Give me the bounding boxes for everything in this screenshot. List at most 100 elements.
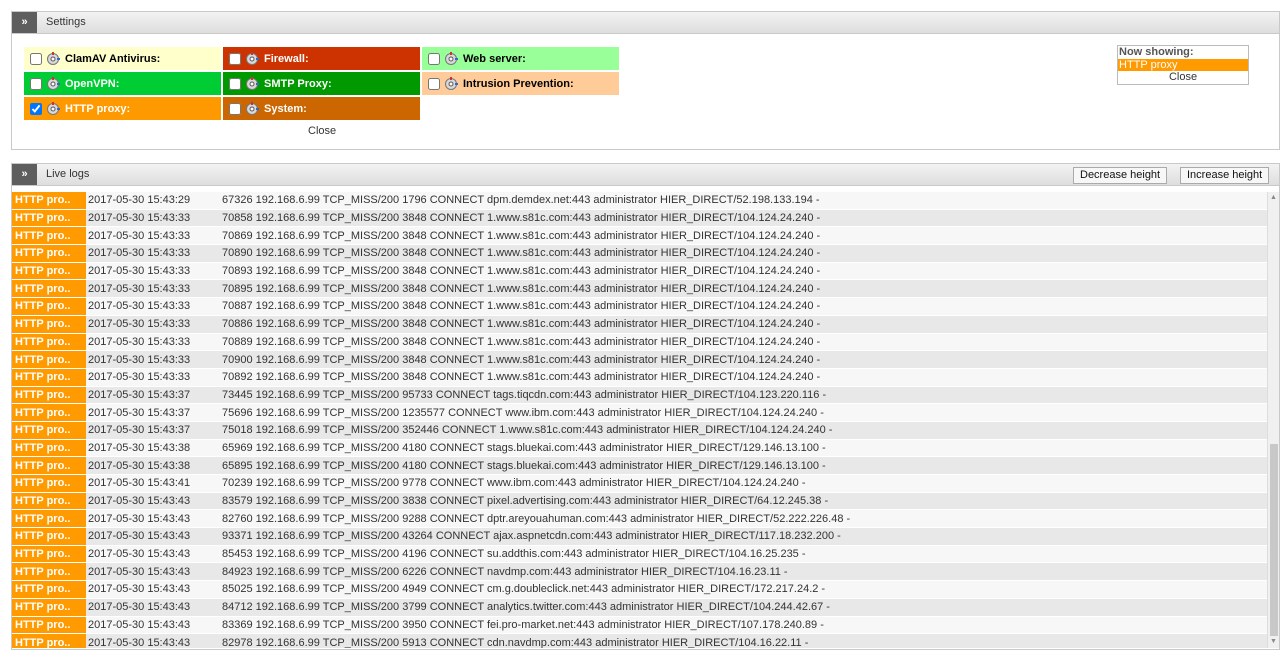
category-intrusion-prevention[interactable]: Intrusion Prevention: [422,72,619,95]
log-message: 70895 192.168.6.99 TCP_MISS/200 3848 CON… [222,282,821,295]
now-showing-label: Now showing: [1119,46,1194,58]
log-source-badge: HTTP pro.. [12,209,86,227]
settings-gear-icon [245,51,259,66]
log-message: 70900 192.168.6.99 TCP_MISS/200 3848 CON… [222,353,821,366]
log-timestamp: 2017-05-30 15:43:33 [88,265,191,278]
scroll-down-icon[interactable]: ▼ [1268,636,1279,648]
category-label: Web server: [463,52,526,65]
log-source-badge: HTTP pro.. [12,192,86,209]
log-row: HTTP pro.. 2017-05-30 15:43:37 75696 192.1… [12,404,1267,422]
log-message: 65895 192.168.6.99 TCP_MISS/200 4180 CON… [222,459,826,472]
log-message: 70886 192.168.6.99 TCP_MISS/200 3848 CON… [222,318,821,331]
settings-gear-icon [444,51,458,66]
settings-close-link[interactable]: Close [308,125,336,137]
log-message: 83369 192.168.6.99 TCP_MISS/200 3950 CON… [222,618,824,631]
log-row: HTTP pro.. 2017-05-30 15:43:33 70900 192.1… [12,351,1267,369]
log-row: HTTP pro.. 2017-05-30 15:43:29 67326 192.1… [12,192,1267,210]
livelogs-toggle-button[interactable]: » [12,164,37,185]
settings-panel: » Settings ClamAV Antivirus: Firewall: Web… [11,11,1280,150]
log-timestamp: 2017-05-30 15:43:37 [88,406,191,419]
category-label: SMTP Proxy: [264,77,332,90]
scrollbar-thumb[interactable] [1270,444,1278,636]
settings-title: Settings [46,16,86,28]
now-showing-close-link[interactable]: Close [1118,71,1248,84]
category-label: HTTP proxy: [65,102,131,115]
category-openvpn[interactable]: OpenVPN: [24,72,221,95]
log-source-badge: HTTP pro.. [12,492,86,510]
category-checkbox[interactable] [229,52,241,65]
log-timestamp: 2017-05-30 15:43:33 [88,300,191,313]
category-firewall[interactable]: Firewall: [223,47,420,70]
log-source-badge: HTTP pro.. [12,262,86,280]
category-checkbox[interactable] [30,102,42,115]
log-timestamp: 2017-05-30 15:43:33 [88,247,191,260]
livelogs-panel: » Live logs Decrease height Increase hei… [11,163,1280,650]
category-checkbox[interactable] [229,102,241,115]
log-source-badge: HTTP pro.. [12,404,86,421]
log-row: HTTP pro.. 2017-05-30 15:43:33 70895 192.1… [12,280,1267,299]
scroll-up-icon[interactable]: ▲ [1268,192,1279,204]
settings-header: » Settings [12,12,1279,34]
decrease-height-button[interactable]: Decrease height [1073,167,1168,184]
log-message: 73445 192.168.6.99 TCP_MISS/200 95733 CO… [222,388,827,401]
log-row: HTTP pro.. 2017-05-30 15:43:43 83369 192.1… [12,616,1267,635]
log-timestamp: 2017-05-30 15:43:41 [88,477,191,490]
category-checkbox[interactable] [428,52,440,65]
log-timestamp: 2017-05-30 15:43:43 [88,636,191,648]
category-system[interactable]: System: [223,97,420,120]
category-label: ClamAV Antivirus: [65,52,161,65]
log-row: HTTP pro.. 2017-05-30 15:43:43 85025 192.1… [12,581,1267,599]
log-source-badge: HTTP pro.. [12,634,86,648]
log-message: 83579 192.168.6.99 TCP_MISS/200 3838 CON… [222,495,829,508]
category-web-server[interactable]: Web server: [422,47,619,70]
log-source-badge: HTTP pro.. [12,563,86,581]
category-label: System: [264,102,307,115]
category-checkbox[interactable] [30,77,42,90]
log-row: HTTP pro.. 2017-05-30 15:43:43 83579 192.1… [12,492,1267,511]
log-source-badge: HTTP pro.. [12,528,86,545]
log-row: HTTP pro.. 2017-05-30 15:43:43 84923 192.1… [12,563,1267,582]
category-checkbox[interactable] [428,77,440,90]
log-source-badge: HTTP pro.. [12,421,86,439]
category-checkbox[interactable] [229,77,241,90]
log-row: HTTP pro.. 2017-05-30 15:43:33 70886 192.1… [12,315,1267,334]
log-message: 70889 192.168.6.99 TCP_MISS/200 3848 CON… [222,335,821,348]
log-timestamp: 2017-05-30 15:43:33 [88,229,191,242]
log-timestamp: 2017-05-30 15:43:43 [88,530,191,543]
log-source-badge: HTTP pro.. [12,545,86,563]
log-source-badge: HTTP pro.. [12,510,86,528]
log-message: 70892 192.168.6.99 TCP_MISS/200 3848 CON… [222,371,821,384]
log-message: 75696 192.168.6.99 TCP_MISS/200 1235577 … [222,406,824,419]
log-timestamp: 2017-05-30 15:43:38 [88,459,191,472]
log-message: 70890 192.168.6.99 TCP_MISS/200 3848 CON… [222,247,821,260]
settings-gear-icon [46,101,60,116]
category-http-proxy[interactable]: HTTP proxy: [24,97,221,120]
log-scrollbar[interactable]: ▲ ▼ [1267,192,1279,648]
now-showing-item[interactable]: HTTP proxy [1118,59,1248,71]
log-message: 70893 192.168.6.99 TCP_MISS/200 3848 CON… [222,265,821,278]
log-source-badge: HTTP pro.. [12,475,86,492]
category-clamav-antivirus[interactable]: ClamAV Antivirus: [24,47,221,70]
increase-height-button[interactable]: Increase height [1180,167,1270,184]
log-timestamp: 2017-05-30 15:43:33 [88,371,191,384]
category-smtp-proxy[interactable]: SMTP Proxy: [223,72,420,95]
log-message: 65969 192.168.6.99 TCP_MISS/200 4180 CON… [222,441,826,454]
category-checkbox[interactable] [30,52,42,65]
log-source-badge: HTTP pro.. [12,351,86,368]
log-timestamp: 2017-05-30 15:43:43 [88,495,191,508]
log-source-badge: HTTP pro.. [12,245,86,262]
log-row: HTTP pro.. 2017-05-30 15:43:43 82978 192.1… [12,634,1267,648]
log-row: HTTP pro.. 2017-05-30 15:43:33 70893 192.1… [12,262,1267,281]
log-row: HTTP pro.. 2017-05-30 15:43:38 65969 192.1… [12,439,1267,458]
log-timestamp: 2017-05-30 15:43:43 [88,512,191,525]
log-message: 84712 192.168.6.99 TCP_MISS/200 3799 CON… [222,601,830,614]
log-message: 85453 192.168.6.99 TCP_MISS/200 4196 CON… [222,548,806,561]
log-source-badge: HTTP pro.. [12,333,86,351]
log-message: 70239 192.168.6.99 TCP_MISS/200 9778 CON… [222,477,806,490]
settings-toggle-button[interactable]: » [12,12,37,33]
livelogs-header: » Live logs Decrease height Increase hei… [12,164,1279,186]
log-row: HTTP pro.. 2017-05-30 15:43:37 75018 192.1… [12,421,1267,440]
log-message: 93371 192.168.6.99 TCP_MISS/200 43264 CO… [222,530,841,543]
log-timestamp: 2017-05-30 15:43:43 [88,618,191,631]
log-row: HTTP pro.. 2017-05-30 15:43:33 70869 192.1… [12,227,1267,246]
